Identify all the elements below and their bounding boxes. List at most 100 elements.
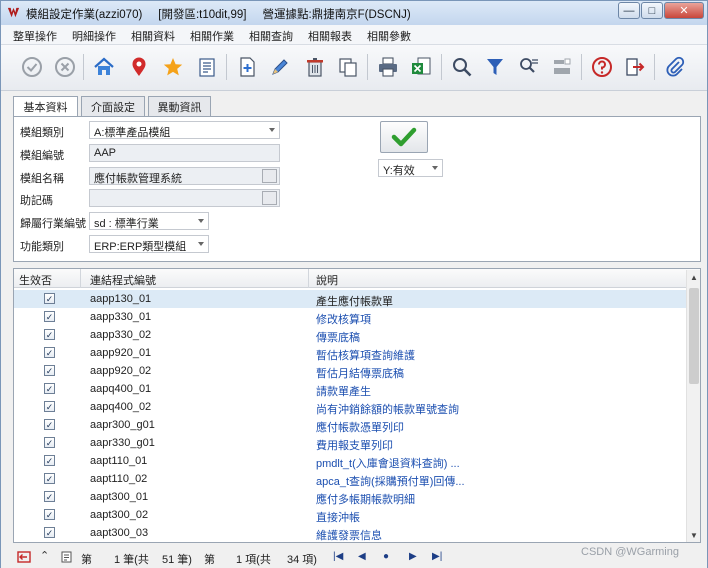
form-panel: 模組類別 A:標準產品模組 模組編號 AAP 模組名稱 應付帳款管理系統 助記碼… bbox=[13, 116, 701, 262]
active-checkbox[interactable]: ✓ bbox=[44, 491, 55, 502]
mnemonic-edit-icon[interactable] bbox=[262, 191, 277, 205]
confirm-status-button[interactable] bbox=[380, 121, 428, 153]
scroll-down-icon[interactable]: ▼ bbox=[687, 528, 700, 542]
active-checkbox[interactable]: ✓ bbox=[44, 437, 55, 448]
description-cell: 尚有沖銷餘額的帳款單號查詢 bbox=[316, 404, 459, 416]
module-name-field[interactable]: 應付帳款管理系統 bbox=[89, 167, 280, 185]
delete-icon[interactable] bbox=[302, 54, 328, 80]
location-pin-icon[interactable] bbox=[126, 54, 152, 80]
maximize-button[interactable]: □ bbox=[641, 2, 663, 19]
multilang-edit-icon[interactable] bbox=[262, 169, 277, 183]
chevron-down-icon bbox=[198, 242, 204, 246]
active-checkbox[interactable]: ✓ bbox=[44, 293, 55, 304]
active-checkbox[interactable]: ✓ bbox=[44, 329, 55, 340]
window-title: 模組設定作業(azzi070) [開發區:t10dit,99] 營運據點:鼎捷南… bbox=[26, 9, 411, 21]
table-row[interactable]: ✓ aapq400_01 請款單產生 bbox=[14, 380, 686, 398]
active-checkbox[interactable]: ✓ bbox=[44, 401, 55, 412]
menu-related-data[interactable]: 相關資料 bbox=[131, 28, 175, 44]
program-no-cell: aapr300_g01 bbox=[90, 419, 155, 431]
category-select[interactable]: A:標準產品模組 bbox=[89, 121, 280, 139]
app-window: 模組設定作業(azzi070) [開發區:t10dit,99] 營運據點:鼎捷南… bbox=[0, 0, 708, 568]
tab-interface-settings[interactable]: 介面設定 bbox=[81, 96, 145, 116]
menu-bar: 整單操作 明細操作 相關資料 相關作業 相關查詢 相關報表 相關參數 bbox=[1, 25, 707, 45]
table-row[interactable]: ✓ aapq400_02 尚有沖銷餘額的帳款單號查詢 bbox=[14, 398, 686, 416]
title-bar: 模組設定作業(azzi070) [開發區:t10dit,99] 營運據點:鼎捷南… bbox=[1, 1, 707, 25]
table-row[interactable]: ✓ aapr330_g01 費用報支單列印 bbox=[14, 434, 686, 452]
table-row[interactable]: ✓ aapt110_02 apca_t查詢(採購預付單)回傳... bbox=[14, 470, 686, 488]
mnemonic-field[interactable] bbox=[89, 189, 280, 207]
clear-icon[interactable] bbox=[549, 54, 575, 80]
watermark: CSDN @WGarming bbox=[581, 546, 679, 558]
table-row[interactable]: ✓ aapt300_02 直接沖帳 bbox=[14, 506, 686, 524]
home-icon[interactable] bbox=[91, 54, 117, 80]
help-icon[interactable] bbox=[589, 54, 615, 80]
active-checkbox[interactable]: ✓ bbox=[44, 383, 55, 394]
exit-icon[interactable] bbox=[622, 54, 648, 80]
table-row[interactable]: ✓ aapp920_01 暫估核算項查詢維護 bbox=[14, 344, 686, 362]
search-icon[interactable] bbox=[449, 54, 475, 80]
active-checkbox[interactable]: ✓ bbox=[44, 347, 55, 358]
menu-related-params[interactable]: 相關參數 bbox=[367, 28, 411, 44]
export-excel-icon[interactable] bbox=[408, 54, 434, 80]
menu-detail-ops[interactable]: 明細操作 bbox=[72, 28, 116, 44]
item-total: 34 項) bbox=[287, 554, 317, 566]
collapse-icon[interactable]: ⌃ bbox=[40, 549, 49, 562]
table-row[interactable]: ✓ aapp330_02 傳票底稿 bbox=[14, 326, 686, 344]
filter-icon[interactable] bbox=[482, 54, 508, 80]
table-row[interactable]: ✓ aapr300_g01 應付帳款憑單列印 bbox=[14, 416, 686, 434]
active-checkbox[interactable]: ✓ bbox=[44, 473, 55, 484]
active-checkbox[interactable]: ✓ bbox=[44, 509, 55, 520]
last-page-icon[interactable]: ▶| bbox=[432, 551, 442, 562]
table-row[interactable]: ✓ aapt300_01 應付多帳期帳款明細 bbox=[14, 488, 686, 506]
add-icon[interactable] bbox=[234, 54, 260, 80]
back-icon[interactable] bbox=[17, 551, 31, 563]
menu-related-reports[interactable]: 相關報表 bbox=[308, 28, 352, 44]
active-checkbox[interactable]: ✓ bbox=[44, 311, 55, 322]
active-checkbox[interactable]: ✓ bbox=[44, 527, 55, 538]
scroll-up-icon[interactable]: ▲ bbox=[687, 270, 700, 284]
scroll-thumb[interactable] bbox=[689, 288, 699, 384]
menu-document-ops[interactable]: 整單操作 bbox=[13, 28, 57, 44]
col-program-no[interactable]: 連結程式編號 bbox=[90, 272, 156, 288]
industry-value: sd : 標準行業 bbox=[94, 218, 159, 230]
tab-change-info[interactable]: 異動資訊 bbox=[148, 96, 211, 116]
first-page-icon[interactable]: |◀ bbox=[333, 551, 343, 562]
vertical-scrollbar[interactable]: ▲ ▼ bbox=[686, 270, 700, 542]
advanced-query-icon[interactable] bbox=[516, 54, 542, 80]
col-description[interactable]: 說明 bbox=[316, 272, 338, 288]
table-row[interactable]: ✓ aapp920_02 暫估月結傳票底稿 bbox=[14, 362, 686, 380]
active-checkbox[interactable]: ✓ bbox=[44, 365, 55, 376]
program-no-cell: aapp130_01 bbox=[90, 293, 152, 305]
chevron-down-icon bbox=[432, 166, 438, 170]
print-icon[interactable] bbox=[375, 54, 401, 80]
menu-related-jobs[interactable]: 相關作業 bbox=[190, 28, 234, 44]
table-row[interactable]: ✓ aapp130_01 產生應付帳款單 bbox=[14, 290, 686, 308]
next-page-icon[interactable]: ▶ bbox=[409, 551, 417, 562]
active-checkbox[interactable]: ✓ bbox=[44, 419, 55, 430]
minimize-button[interactable]: — bbox=[618, 2, 640, 19]
program-grid: 生效否 連結程式編號 說明 ✓ aapp130_01 產生應付帳款單 ✓ aapp330… bbox=[13, 268, 701, 543]
copy-icon[interactable] bbox=[335, 54, 361, 80]
confirm-icon[interactable] bbox=[19, 54, 45, 80]
status-select[interactable]: Y:有效 bbox=[378, 159, 443, 177]
current-page-icon[interactable]: ● bbox=[383, 551, 389, 562]
function-select[interactable]: ERP:ERP類型模組 bbox=[89, 235, 209, 253]
industry-select[interactable]: sd : 標準行業 bbox=[89, 212, 209, 230]
program-no-cell: aapt110_02 bbox=[90, 473, 148, 485]
cancel-icon[interactable] bbox=[52, 54, 78, 80]
attachment-icon[interactable] bbox=[662, 54, 688, 80]
close-button[interactable]: ✕ bbox=[664, 2, 704, 19]
menu-related-query[interactable]: 相關查詢 bbox=[249, 28, 293, 44]
col-active[interactable]: 生效否 bbox=[19, 272, 52, 288]
active-checkbox[interactable]: ✓ bbox=[44, 455, 55, 466]
table-row[interactable]: ✓ aapp330_01 修改核算項 bbox=[14, 308, 686, 326]
tab-basic-info[interactable]: 基本資料 bbox=[13, 96, 78, 117]
prev-page-icon[interactable]: ◀ bbox=[358, 551, 366, 562]
list-icon[interactable] bbox=[194, 54, 220, 80]
table-row[interactable]: ✓ aapt110_01 pmdlt_t(入庫會退資料查詢) ... bbox=[14, 452, 686, 470]
document-icon[interactable] bbox=[61, 551, 72, 563]
module-no-field[interactable]: AAP bbox=[89, 144, 280, 162]
star-icon[interactable] bbox=[160, 54, 186, 80]
edit-icon[interactable] bbox=[267, 54, 293, 80]
table-row[interactable]: ✓ aapt300_03 維護發票信息 bbox=[14, 524, 686, 542]
